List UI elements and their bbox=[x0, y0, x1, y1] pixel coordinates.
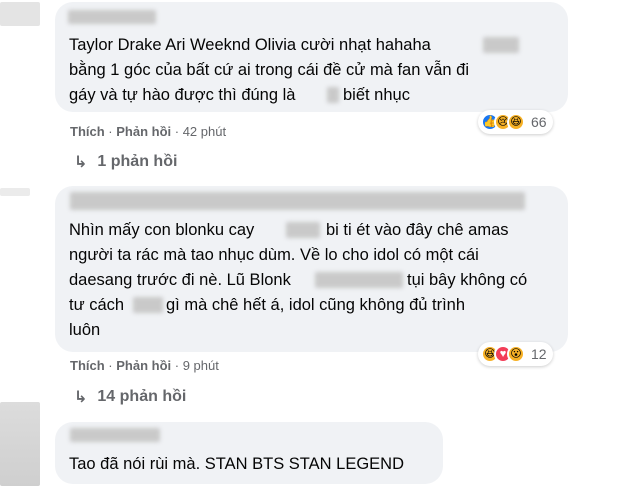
blurred-username bbox=[70, 428, 160, 442]
comment-text-line: biết nhục bbox=[343, 86, 410, 104]
reaction-summary[interactable]: 👍 😢 😆 66 bbox=[478, 110, 553, 134]
replies-count: 1 phản hồi bbox=[97, 153, 178, 170]
blurred-text bbox=[315, 272, 403, 288]
comment-text-line: tụi bây không có bbox=[407, 271, 528, 289]
comment-text-line: luôn bbox=[69, 321, 101, 339]
haha-icon: 😆 bbox=[507, 113, 525, 131]
like-link[interactable]: Thích bbox=[70, 124, 105, 139]
comment-text-line: người ta rác mà tao nhục dùm. Về lo cho … bbox=[69, 246, 479, 264]
blurred-text bbox=[483, 37, 519, 53]
blurred-username bbox=[68, 10, 156, 24]
blurred-text bbox=[286, 222, 320, 238]
reply-arrow-icon: ↳ bbox=[74, 154, 88, 171]
blurred-text bbox=[327, 87, 339, 103]
reply-arrow-icon: ↳ bbox=[74, 389, 88, 406]
view-replies-link[interactable]: ↳ 14 phản hồi bbox=[74, 387, 186, 407]
replies-count: 14 phản hồi bbox=[97, 388, 187, 405]
comment-text-line: Nhìn mấy con blonku cay bbox=[69, 221, 255, 239]
comment-text-line: gáy và tự hào được thì đúng là bbox=[69, 86, 296, 104]
reply-link[interactable]: Phản hồi bbox=[116, 124, 171, 139]
reaction-count: 66 bbox=[531, 114, 547, 130]
comment-actions: Thích · Phản hồi · 42 phút bbox=[70, 124, 227, 139]
avatar[interactable] bbox=[0, 188, 30, 196]
comment-actions: Thích · Phản hồi · 9 phút bbox=[70, 358, 219, 373]
reaction-summary[interactable]: 😆 ♥ 😮 12 bbox=[478, 342, 553, 366]
comment-text-line: bi ti ét vào đây chê amas bbox=[326, 221, 509, 239]
reaction-count: 12 bbox=[531, 346, 547, 362]
comment-text-line: Taylor Drake Ari Weeknd Olivia cười nhạt… bbox=[69, 36, 431, 54]
avatar[interactable] bbox=[0, 402, 40, 486]
wow-icon: 😮 bbox=[507, 345, 525, 363]
timestamp[interactable]: 42 phút bbox=[183, 124, 226, 139]
view-replies-link[interactable]: ↳ 1 phản hồi bbox=[74, 152, 177, 172]
comment-text-line: gì mà chê hết á, idol cũng không đủ trìn… bbox=[166, 296, 466, 314]
comment-text-line: bằng 1 góc của bất cứ ai trong cái đề cử… bbox=[69, 61, 469, 79]
comment-text-line: tư cách bbox=[69, 296, 125, 314]
comment-text-line: daesang trước đi nè. Lũ Blonk bbox=[69, 271, 291, 289]
blurred-text bbox=[133, 297, 163, 313]
reply-link[interactable]: Phản hồi bbox=[116, 358, 171, 373]
comment-text-line: Tao đã nói rùi mà. STAN BTS STAN LEGEND bbox=[69, 455, 404, 473]
avatar[interactable] bbox=[0, 2, 40, 26]
blurred-username bbox=[70, 192, 525, 210]
timestamp[interactable]: 9 phút bbox=[183, 358, 219, 373]
like-link[interactable]: Thích bbox=[70, 358, 105, 373]
